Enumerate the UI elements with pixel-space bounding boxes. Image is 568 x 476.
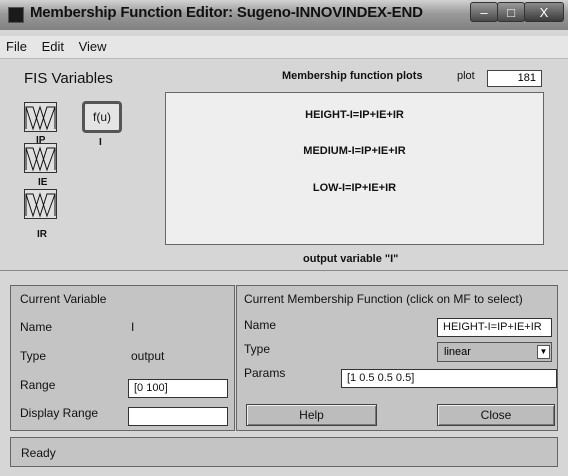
output-variable-label: I (99, 137, 102, 148)
close-button[interactable]: Close (437, 404, 555, 426)
title-bar: Membership Function Editor: Sugeno-INNOV… (0, 0, 568, 30)
plot-title: Membership function plots (282, 70, 423, 82)
current-variable-panel: Current Variable Name I Type output Rang… (10, 285, 235, 431)
plot-points-input[interactable]: 181 (487, 70, 542, 87)
mf-type-value: linear (444, 346, 471, 358)
mf-shape-icon (25, 192, 56, 218)
membership-function-editor-window: Membership Function Editor: Sugeno-INNOV… (0, 0, 568, 476)
fis-variables-title: FIS Variables (24, 70, 113, 87)
mf-type-select[interactable]: linear ▼ (437, 342, 552, 362)
menu-view[interactable]: View (73, 36, 112, 54)
mf-name-input[interactable]: HEIGHT-I=IP+IE+IR (437, 318, 552, 337)
display-range-input[interactable] (128, 407, 228, 426)
cv-name-value: I (131, 320, 135, 334)
input-variable-ir-label: IR (37, 229, 47, 240)
cv-type-label: Type (20, 349, 47, 363)
help-button[interactable]: Help (246, 404, 377, 426)
range-input[interactable]: [0 100] (128, 379, 228, 398)
mf-shape-icon (25, 146, 56, 172)
minimize-button[interactable]: – (470, 2, 498, 22)
input-variable-ie-box[interactable] (24, 143, 57, 173)
matlab-app-icon (8, 7, 24, 23)
input-variable-ir-box[interactable] (24, 189, 57, 219)
mf-label-low[interactable]: LOW-I=IP+IE+IR (166, 182, 543, 194)
status-bar: Ready (10, 437, 558, 467)
mf-shape-icon (25, 105, 56, 131)
input-variable-ie-label: IE (38, 177, 48, 188)
cv-display-range-label: Display Range (20, 406, 99, 420)
chevron-down-icon: ▼ (537, 345, 550, 359)
current-variable-title: Current Variable (20, 292, 107, 306)
plot-points-label: plot (457, 70, 475, 82)
output-variable-box[interactable]: f(u) (82, 101, 122, 133)
current-mf-title: Current Membership Function (click on MF… (244, 292, 523, 306)
divider (0, 270, 568, 271)
status-text: Ready (21, 446, 56, 460)
cv-range-label: Range (20, 378, 56, 392)
mf-params-input[interactable]: [1 0.5 0.5 0.5] (341, 369, 557, 388)
input-variable-ip-box[interactable] (24, 102, 57, 132)
menu-bar: File Edit View (0, 36, 568, 59)
cmf-params-label: Params (244, 366, 286, 380)
cv-type-value: output (131, 349, 165, 363)
mf-label-medium[interactable]: MEDIUM-I=IP+IE+IR (166, 145, 543, 157)
mf-label-height[interactable]: HEIGHT-I=IP+IE+IR (166, 109, 543, 121)
menu-file[interactable]: File (0, 36, 32, 54)
maximize-button[interactable]: □ (497, 2, 525, 22)
close-window-button[interactable]: X (524, 2, 564, 22)
plot-caption: output variable "I" (303, 253, 399, 265)
cmf-type-label: Type (244, 342, 271, 356)
cmf-name-label: Name (244, 318, 277, 332)
mf-plot-area[interactable]: HEIGHT-I=IP+IE+IR MEDIUM-I=IP+IE+IR LOW-… (165, 92, 544, 245)
window-title: Membership Function Editor: Sugeno-INNOV… (30, 4, 423, 21)
menu-edit[interactable]: Edit (36, 36, 69, 54)
cv-name-label: Name (20, 320, 53, 334)
